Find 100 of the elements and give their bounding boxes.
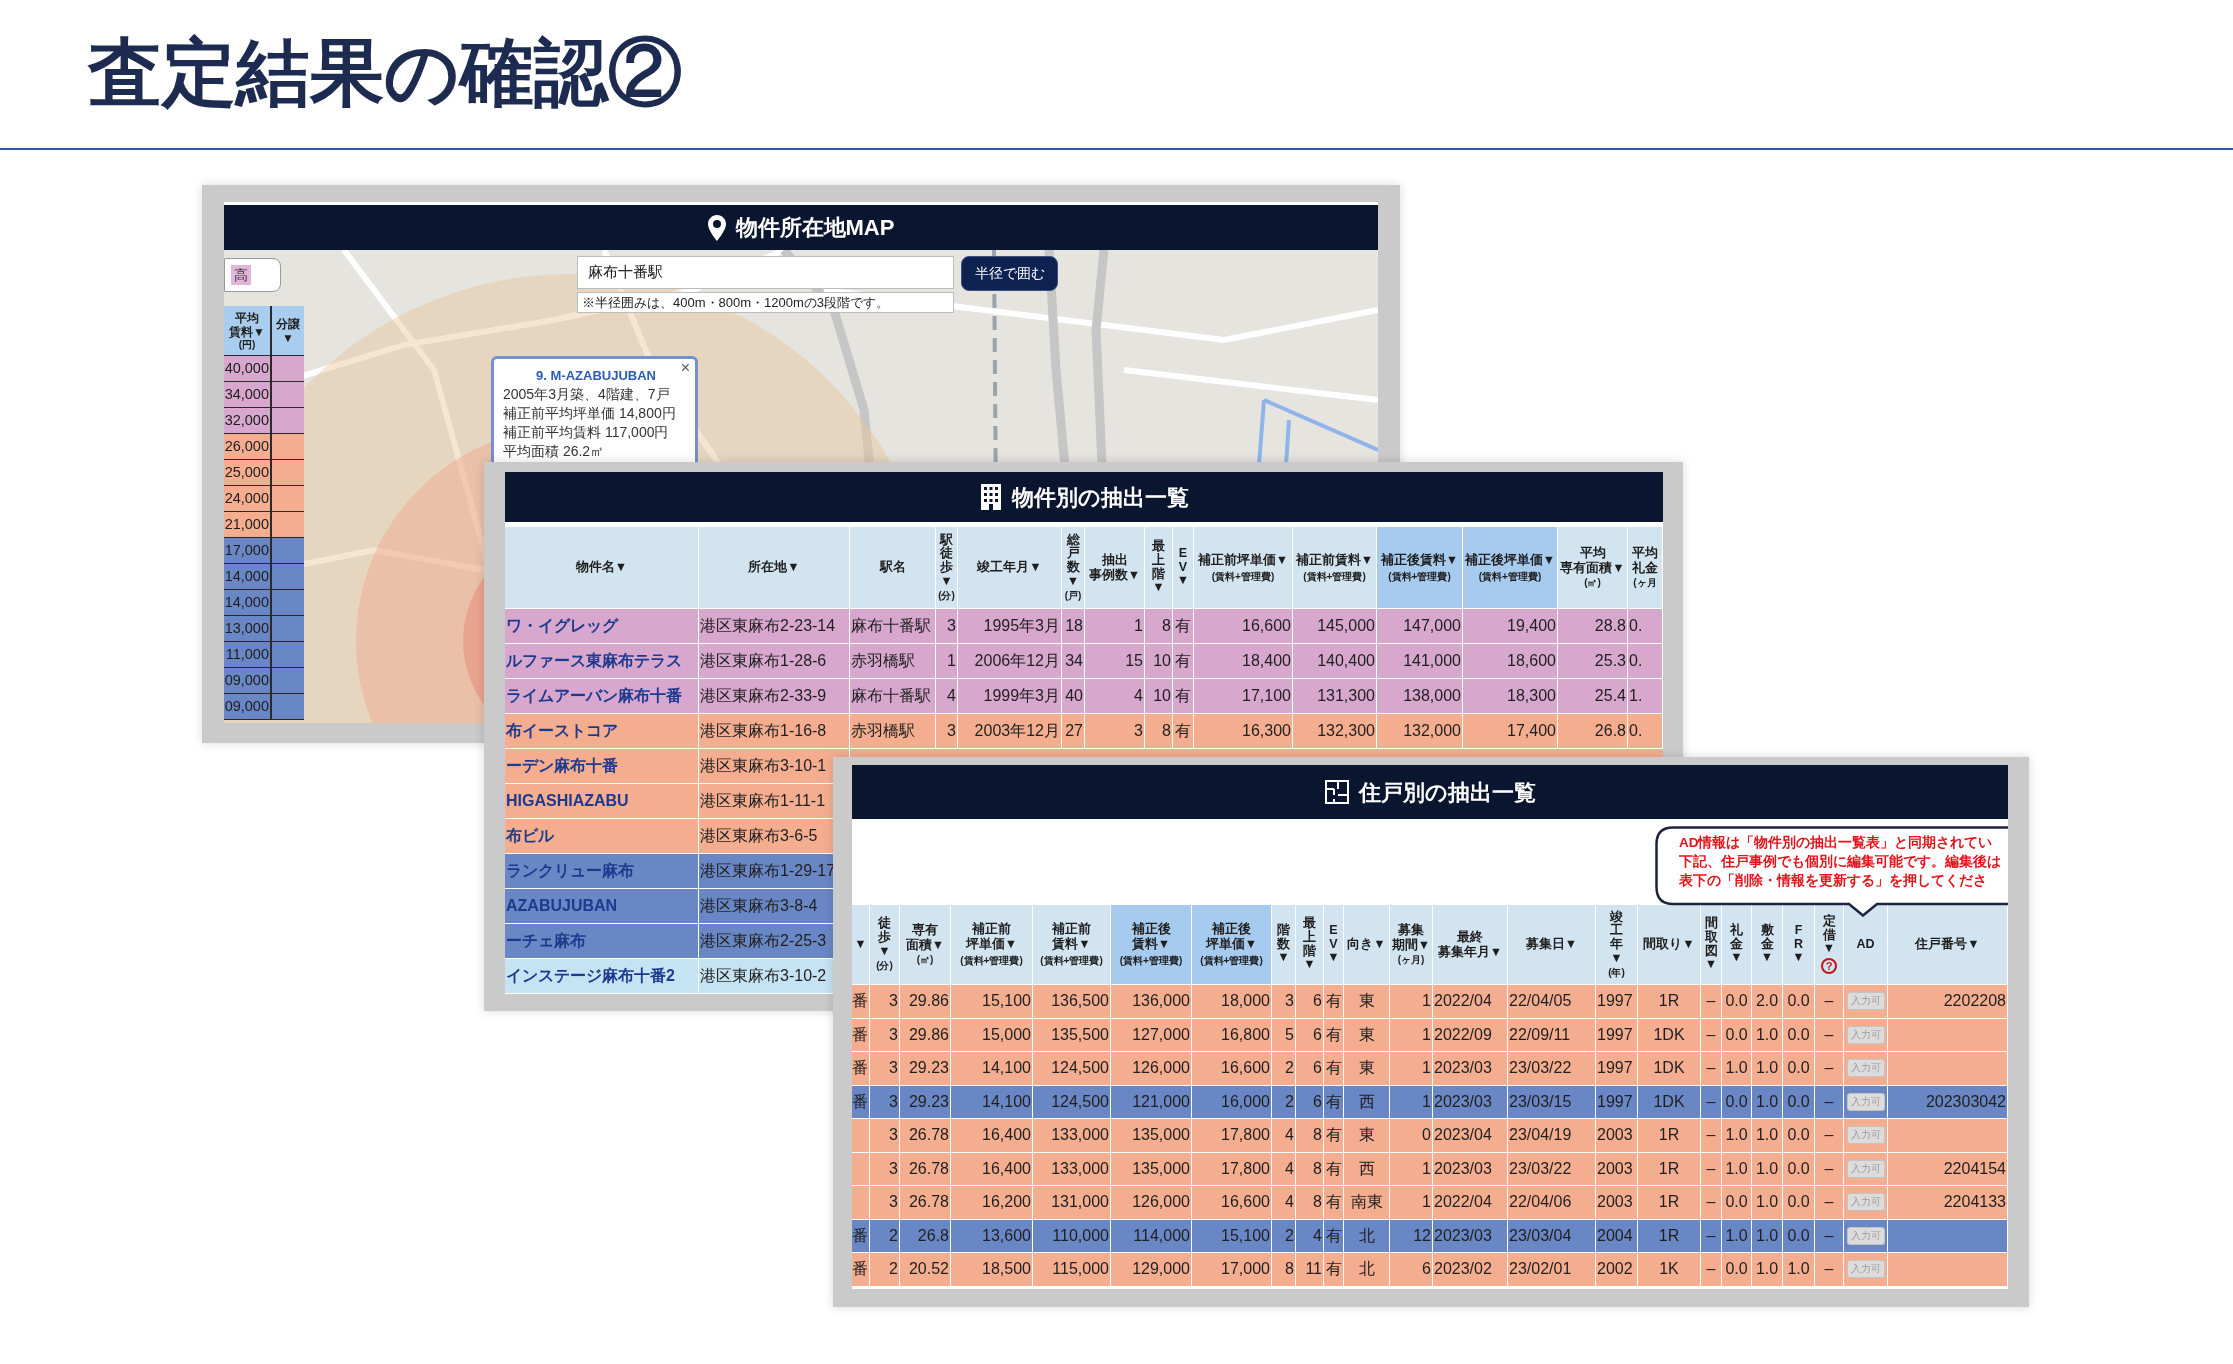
column-header[interactable]: FR▼ [1783,905,1815,984]
column-header[interactable]: 補正後賃料▼ (賃料+管理費) [1111,905,1192,984]
property-name-link[interactable]: インステージ麻布十番2 [506,964,675,988]
table-cell: 番 [852,1219,870,1252]
column-header[interactable]: 最上階▼ [1145,527,1173,608]
table-cell: 有 [1173,609,1194,643]
column-header[interactable]: 間取図▼ [1701,905,1722,984]
column-header[interactable]: 補正後賃料▼ (賃料+管理費) [1377,527,1463,608]
table-cell: 16,400 [951,1119,1033,1152]
column-header[interactable]: 募集期間▼ (ヶ月) [1390,905,1433,984]
column-header[interactable]: 分譲▼ [272,306,304,355]
table-cell: – [1815,1018,1844,1051]
column-header[interactable]: 駅名 [850,527,936,608]
column-header[interactable]: 募集日▼ [1508,905,1596,984]
column-header[interactable]: AD [1844,905,1888,984]
table-cell: 110,000 [1033,1219,1111,1252]
property-name-link[interactable]: ライムアーバン麻布十番 [506,684,682,708]
property-name-link[interactable]: ーデン麻布十番 [506,754,618,778]
property-name-link[interactable]: 布イーストコア [506,719,618,743]
column-header[interactable]: 階数▼ [1272,905,1296,984]
column-header[interactable]: 抽出事例数▼ [1085,527,1145,608]
column-header[interactable]: 総戸数▼ (戸) [1062,527,1085,608]
column-header[interactable]: 向き▼ [1344,905,1390,984]
table-cell: 有 [1324,985,1344,1018]
table-cell: 1R [1638,1219,1701,1252]
table-cell: 29.23 [900,1085,951,1118]
column-header[interactable]: 最上階▼ [1296,905,1324,984]
popup-title: 9. M-AZABUJUBAN [536,367,656,385]
column-header[interactable]: 補正前賃料▼ (賃料+管理費) [1033,905,1111,984]
table-cell: 23/04/19 [1508,1119,1596,1152]
column-header[interactable]: 補正前坪単価▼ (賃料+管理費) [1194,527,1293,608]
popup-text: 補正前平均坪単価 14,800円 [503,404,676,423]
table-cell: 8 [1145,609,1173,643]
column-header[interactable]: 徒歩▼ (分) [870,905,900,984]
column-header[interactable]: 補正後坪単価▼ (賃料+管理費) [1192,905,1272,984]
table-cell: 1.0 [1752,1052,1783,1085]
column-header[interactable]: 専有面積▼ (㎡) [900,905,951,984]
column-header[interactable]: 補正後坪単価▼ (賃料+管理費) [1463,527,1558,608]
panel-title: 物件別の抽出一覧 [1011,483,1189,512]
table-cell: 1.0 [1783,1253,1815,1286]
table-cell: 26.8 [1558,714,1628,748]
radius-button[interactable]: 半径で囲む [961,256,1058,291]
table-cell: 40 [1062,679,1085,713]
table-cell: 1R [1638,1119,1701,1152]
column-header[interactable]: ▼ [852,905,870,984]
table-cell: 東 [1344,1018,1390,1051]
table-cell: 19,400 [1463,609,1558,643]
table-cell: 23/03/04 [1508,1219,1596,1252]
table-cell: 09,000 [224,694,272,719]
table-cell: 22/09/11 [1508,1018,1596,1051]
search-field[interactable]: 麻布十番駅 [577,256,954,289]
table-cell: 29.23 [900,1052,951,1085]
table-cell: 1.0 [1752,1253,1783,1286]
table-cell: 0.0 [1722,985,1752,1018]
table-cell: 0.0 [1722,1085,1752,1118]
table-cell: 23/02/01 [1508,1253,1596,1286]
column-header[interactable]: 補正前坪単価▼ (賃料+管理費) [951,905,1033,984]
column-header[interactable]: EV▼ [1324,905,1344,984]
table-cell: 6 [1390,1253,1433,1286]
column-header[interactable]: 補正前賃料▼ (賃料+管理費) [1293,527,1377,608]
column-header[interactable]: 所在地▼ [699,527,850,608]
column-header[interactable]: 平均礼金 (ヶ月 [1628,527,1663,608]
table-cell: 25.3 [1558,644,1628,678]
table-cell: 11 [1296,1253,1324,1286]
column-header[interactable]: 駅徒歩▼ (分) [936,527,958,608]
table-cell: 127,000 [1111,1018,1192,1051]
column-header[interactable]: 竣工年▼ (年) [1596,905,1638,984]
table-cell: 2022/09 [1433,1018,1508,1051]
table-cell: 3 [936,609,958,643]
popup-text: 平均面積 26.2㎡ [503,442,605,461]
column-header[interactable]: 住戸番号▼ [1888,905,2008,984]
property-name-link[interactable]: HIGASHIAZABU [506,789,629,813]
help-icon[interactable]: ? [1821,958,1837,975]
table-cell: 14,100 [951,1085,1033,1118]
table-cell: 2 [1272,1085,1296,1118]
column-header[interactable]: 物件名▼ [505,527,699,608]
property-name-link[interactable]: 布ビル [506,824,554,848]
table-cell: 0 [1390,1119,1433,1152]
table-cell: 0.0 [1783,1219,1815,1252]
table-cell: 東 [1344,1052,1390,1085]
filter-field[interactable]: 高 [224,258,281,292]
table-cell: 25.4 [1558,679,1628,713]
column-header[interactable]: 間取り▼ [1638,905,1701,984]
property-name-link[interactable]: ワ・イグレッグ [506,614,618,638]
table-cell: 131,300 [1293,679,1377,713]
property-name-link[interactable]: ルファース東麻布テラス [506,649,682,673]
close-button[interactable]: × [680,359,690,377]
table-cell: – [1701,1085,1722,1118]
column-header[interactable]: EV▼ [1173,527,1194,608]
table-cell: 2023/03 [1433,1085,1508,1118]
column-header[interactable]: 最終募集年月▼ [1433,905,1508,984]
table-cell: 港区東麻布1-28-6 [699,644,850,678]
table-cell: 124,500 [1033,1085,1111,1118]
column-header[interactable]: 竣工年月▼ [958,527,1062,608]
table-cell: – [1701,1219,1722,1252]
column-header[interactable]: 礼金▼ [1722,905,1752,984]
column-header[interactable]: 敷金▼ [1752,905,1783,984]
column-header[interactable]: 定借▼ ? [1815,905,1844,984]
table-cell: – [1815,1052,1844,1085]
column-header[interactable]: 平均専有面積▼ (㎡) [1558,527,1628,608]
